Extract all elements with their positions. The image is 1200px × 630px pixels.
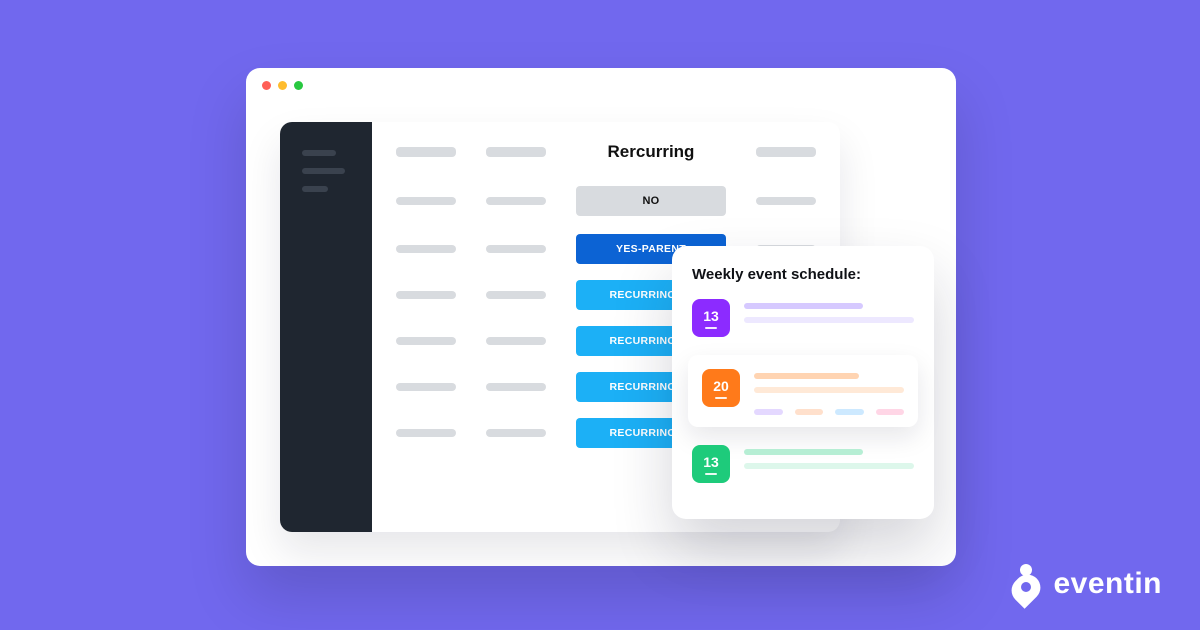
cell-placeholder (396, 337, 456, 345)
cell-placeholder (486, 337, 546, 345)
table-row: NO (396, 176, 816, 226)
column-header-placeholder (486, 147, 546, 157)
bar-placeholder (744, 303, 863, 309)
schedule-title: Weekly event schedule: (692, 266, 914, 283)
bar-placeholder (754, 373, 859, 379)
column-header-placeholder (396, 147, 456, 157)
date-number: 20 (713, 378, 729, 394)
date-chip: 20 (702, 369, 740, 407)
schedule-bars (744, 445, 914, 469)
bar-placeholder (754, 387, 904, 393)
brand-mark-icon (1009, 564, 1043, 604)
brand-name: eventin (1053, 567, 1162, 601)
bar-placeholder (876, 409, 905, 415)
bar-placeholder (754, 409, 783, 415)
column-header-recurring: Rercurring (576, 142, 726, 162)
date-chip: 13 (692, 445, 730, 483)
cell-placeholder (396, 383, 456, 391)
bar-placeholder (835, 409, 864, 415)
date-number: 13 (703, 454, 719, 470)
cell-placeholder (396, 291, 456, 299)
schedule-bars (754, 369, 904, 415)
cell-placeholder (756, 197, 816, 205)
date-chip: 13 (692, 299, 730, 337)
cell-placeholder (486, 197, 546, 205)
close-dot-icon[interactable] (262, 81, 271, 90)
cell-placeholder (486, 291, 546, 299)
cell-placeholder (486, 383, 546, 391)
bar-placeholder (744, 449, 863, 455)
cell-placeholder (396, 245, 456, 253)
schedule-list: 13 20 13 (692, 299, 914, 483)
column-header-placeholder (756, 147, 816, 157)
window-controls (246, 68, 956, 102)
sidebar-item[interactable] (302, 150, 336, 156)
schedule-bars (744, 299, 914, 323)
maximize-dot-icon[interactable] (294, 81, 303, 90)
brand-logo: eventin (1009, 564, 1162, 604)
cell-placeholder (396, 429, 456, 437)
sidebar-item[interactable] (302, 168, 345, 174)
cell-placeholder (486, 429, 546, 437)
minimize-dot-icon[interactable] (278, 81, 287, 90)
schedule-item[interactable]: 13 (692, 299, 914, 337)
recurring-button[interactable]: NO (576, 186, 726, 216)
bar-placeholder (795, 409, 824, 415)
sidebar (280, 122, 372, 532)
table-header: Rercurring (396, 142, 816, 162)
bar-placeholder (744, 463, 914, 469)
schedule-panel: Weekly event schedule: 13 20 13 (672, 246, 934, 519)
schedule-item[interactable]: 13 (692, 445, 914, 483)
cell-placeholder (396, 197, 456, 205)
date-number: 13 (703, 308, 719, 324)
sidebar-item[interactable] (302, 186, 328, 192)
schedule-subbars (754, 409, 904, 415)
cell-placeholder (486, 245, 546, 253)
bar-placeholder (744, 317, 914, 323)
schedule-item[interactable]: 20 (688, 355, 918, 427)
